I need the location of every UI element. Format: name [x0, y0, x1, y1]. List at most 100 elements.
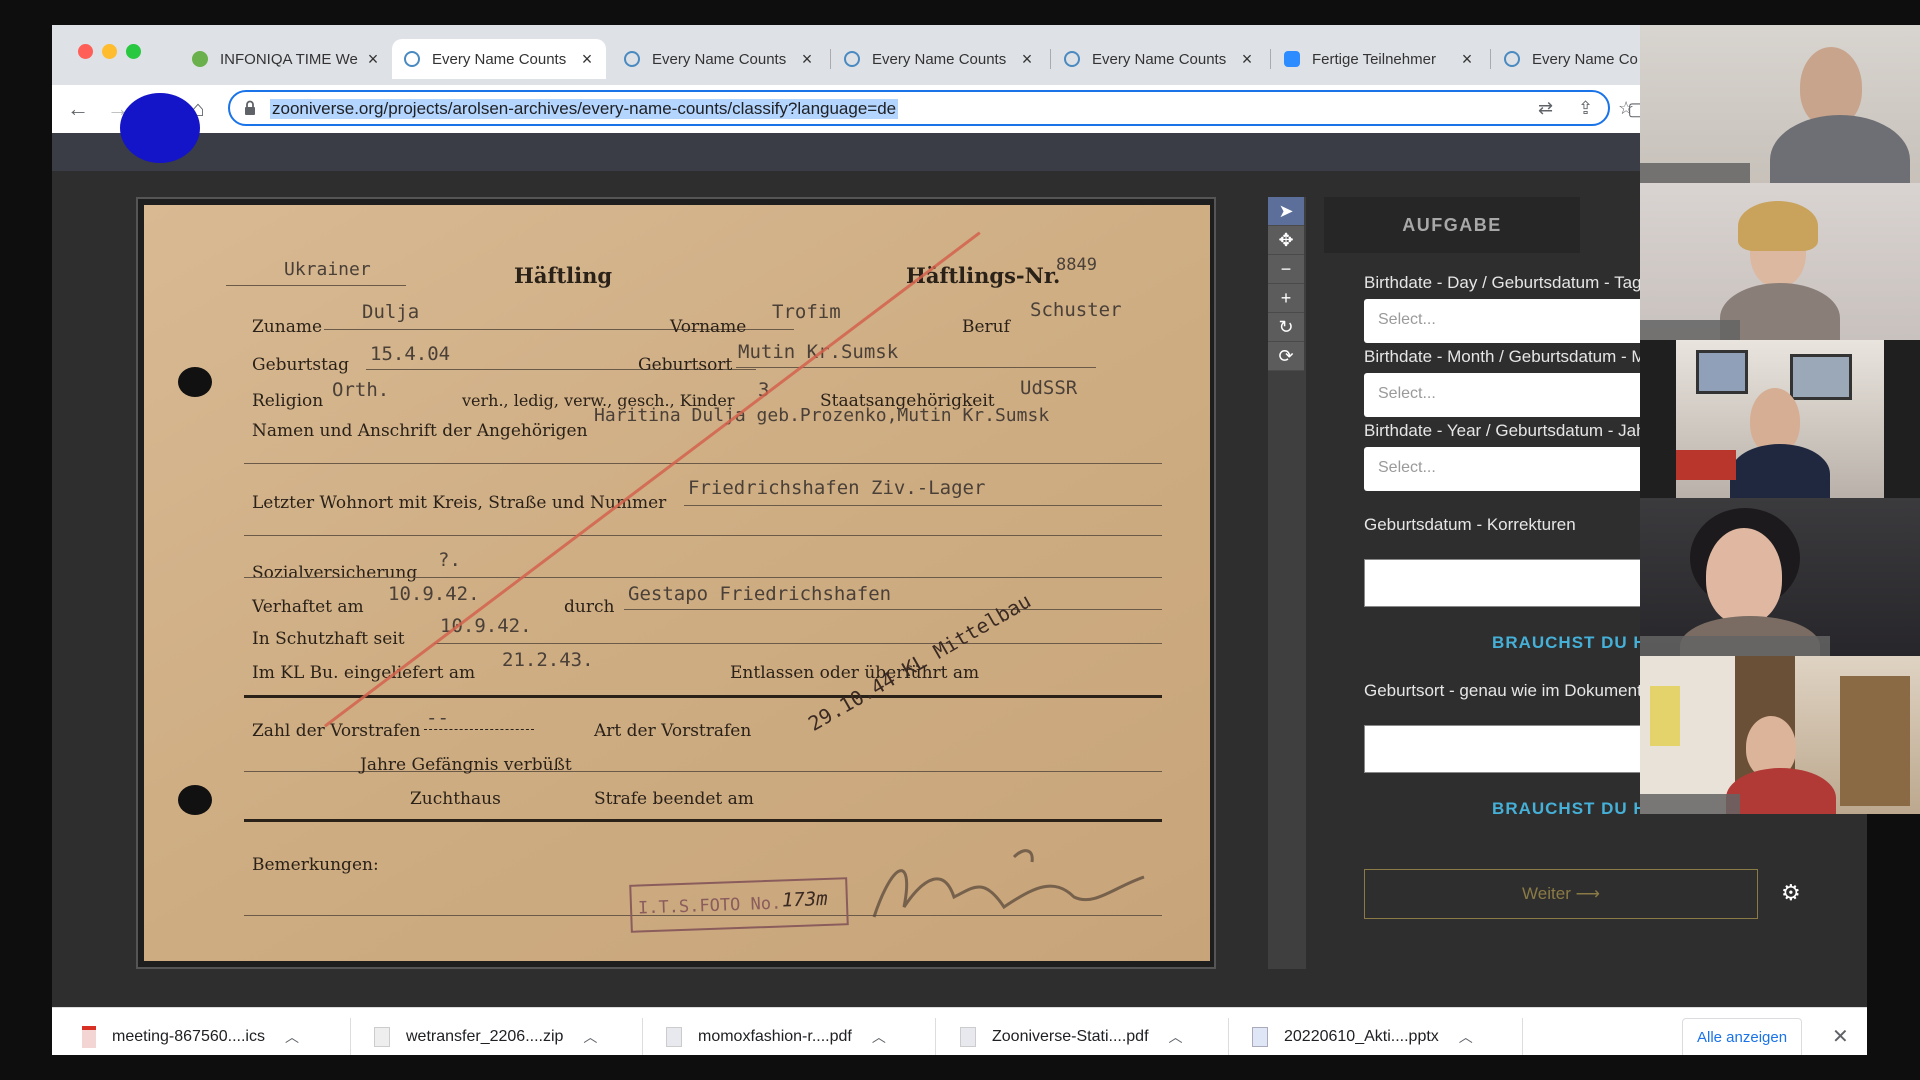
tab-every-name-counts-2[interactable]: Every Name Counts ×	[612, 39, 826, 79]
minimize-window-button[interactable]	[102, 44, 117, 59]
close-icon[interactable]: ×	[362, 49, 384, 70]
reset-icon[interactable]: ⟳	[1268, 342, 1304, 371]
zoom-out-icon[interactable]: −	[1268, 255, 1304, 284]
close-icon[interactable]: ×	[1456, 49, 1478, 70]
select-placeholder: Select...	[1378, 311, 1436, 328]
tab-infoniqa[interactable]: INFONIQA TIME We ×	[180, 39, 392, 79]
download-filename: Zooniverse-Stati....pdf	[992, 1028, 1149, 1045]
browser-toolbar: ← → ↻ ⌂ zooniverse.org/projects/arolsen-…	[52, 85, 1867, 133]
subject-viewer[interactable]: Ukrainer Häftling Häftlings-Nr. 8849 Zun…	[136, 197, 1216, 969]
vorstrafen-value: --	[426, 707, 449, 729]
show-all-downloads-button[interactable]: Alle anzeigen	[1682, 1018, 1803, 1055]
durch-label: durch	[564, 597, 615, 617]
download-bar: meeting-867560....ics ︿ wetransfer_2206.…	[52, 1007, 1867, 1055]
download-filename: 20220610_Akti....pptx	[1284, 1028, 1439, 1045]
pptx-file-icon	[1252, 1027, 1268, 1047]
geburtstag-value: 15.4.04	[370, 343, 451, 365]
chevron-up-icon[interactable]: ︿	[583, 1027, 597, 1047]
zip-file-icon	[374, 1027, 390, 1047]
name-label-bar	[1640, 163, 1750, 183]
next-button[interactable]: Weiter ⟶	[1364, 869, 1758, 919]
page-content: Ukrainer Häftling Häftlings-Nr. 8849 Zun…	[52, 93, 1867, 1007]
rotate-icon[interactable]: ↻	[1268, 313, 1304, 342]
participant-avatar	[1706, 528, 1782, 624]
download-filename: wetransfer_2206....zip	[406, 1028, 564, 1045]
chevron-up-icon[interactable]: ︿	[285, 1027, 299, 1047]
tab-label: Every Name Counts	[432, 50, 567, 68]
select-placeholder: Select...	[1378, 385, 1436, 402]
close-icon[interactable]: ×	[576, 49, 598, 70]
url-text[interactable]: zooniverse.org/projects/arolsen-archives…	[270, 99, 899, 119]
eingeliefert-value: 21.2.43.	[502, 649, 594, 671]
sozialversicherung-label: Sozialversicherung	[252, 563, 418, 583]
jahre-gefaengnis-label: Jahre Gefängnis verbüßt	[360, 755, 572, 775]
pointer-tool-icon[interactable]: ➤	[1268, 197, 1304, 226]
back-icon[interactable]: ←	[64, 95, 92, 123]
share-icon[interactable]: ⇪	[1578, 98, 1593, 119]
prisoner-card-image: Ukrainer Häftling Häftlings-Nr. 8849 Zun…	[144, 205, 1210, 961]
nationality-value: Ukrainer	[284, 259, 371, 280]
download-item-pdf-1[interactable]: momoxfashion-r....pdf ︿	[666, 1008, 886, 1055]
clock-icon	[192, 51, 208, 67]
zuchthaus-label: Zuchthaus	[410, 789, 501, 809]
bemerkungen-label: Bemerkungen:	[252, 855, 379, 875]
card-type-heading: Häftling	[514, 263, 613, 288]
vorname-label: Vorname	[670, 317, 747, 337]
download-item-ics[interactable]: meeting-867560....ics ︿	[82, 1008, 299, 1055]
tab-every-name-counts-active[interactable]: Every Name Counts ×	[392, 39, 606, 79]
maximize-window-button[interactable]	[126, 44, 141, 59]
prisoner-number-value: 8849	[1056, 255, 1097, 275]
name-label-bar	[1640, 794, 1740, 814]
chevron-up-icon[interactable]: ︿	[1459, 1027, 1473, 1047]
chevron-up-icon[interactable]: ︿	[1169, 1027, 1183, 1047]
close-window-button[interactable]	[78, 44, 93, 59]
gear-icon[interactable]: ⚙	[1781, 880, 1801, 906]
chevron-up-icon[interactable]: ︿	[872, 1027, 886, 1047]
name-label-bar	[1640, 636, 1830, 656]
tab-every-name-counts-3[interactable]: Every Name Counts ×	[832, 39, 1046, 79]
zuname-value: Dulja	[362, 301, 420, 323]
lock-icon	[245, 100, 255, 115]
tab-every-name-counts-4[interactable]: Every Name Counts ×	[1052, 39, 1266, 79]
durch-value: Gestapo Friedrichshafen	[628, 583, 892, 605]
close-icon[interactable]: ×	[796, 49, 818, 70]
close-icon[interactable]: ×	[1016, 49, 1038, 70]
vorstrafen-label: Zahl der Vorstrafen	[252, 721, 421, 741]
zooniverse-icon	[844, 51, 860, 67]
download-item-pdf-2[interactable]: Zooniverse-Stati....pdf ︿	[960, 1008, 1183, 1055]
translate-icon[interactable]: ⇄	[1538, 98, 1553, 119]
entlassen-label: Entlassen oder überführt am	[730, 663, 980, 683]
close-icon[interactable]: ×	[1236, 49, 1258, 70]
zoom-in-icon[interactable]: +	[1268, 284, 1304, 313]
tab-task[interactable]: AUFGABE	[1324, 197, 1580, 253]
name-label-bar	[1640, 320, 1740, 340]
handwritten-signature	[872, 849, 1145, 918]
zooniverse-icon	[624, 51, 640, 67]
zooniverse-icon	[1504, 51, 1520, 67]
geburtsort-field-label: Geburtsort - genau wie im Dokument a	[1364, 681, 1656, 700]
schutzhaft-label: In Schutzhaft seit	[252, 629, 405, 649]
participant-body	[1730, 444, 1830, 498]
close-download-bar-icon[interactable]: ✕	[1832, 1024, 1849, 1049]
religion-label: Religion	[252, 391, 324, 411]
participant-hair	[1738, 201, 1818, 251]
video-tile-4	[1640, 498, 1920, 656]
staatsangehoerigkeit-value: UdSSR	[1020, 377, 1078, 399]
eingeliefert-label: Im KL Bu. eingeliefert am	[252, 663, 476, 683]
download-item-zip[interactable]: wetransfer_2206....zip ︿	[374, 1008, 597, 1055]
religion-value: Orth.	[332, 379, 390, 401]
participant-body	[1770, 115, 1910, 183]
download-item-pptx[interactable]: 20220610_Akti....pptx ︿	[1252, 1008, 1473, 1055]
project-logo[interactable]	[120, 93, 200, 163]
tab-label: Every Name Counts	[872, 50, 1007, 68]
birth-year-label: Birthdate - Year / Geburtsdatum - Jahr	[1364, 421, 1652, 440]
video-tile-3	[1640, 340, 1920, 498]
wohnort-label: Letzter Wohnort mit Kreis, Straße und Nu…	[252, 493, 667, 513]
zooniverse-icon	[404, 51, 420, 67]
address-bar[interactable]: zooniverse.org/projects/arolsen-archives…	[228, 90, 1634, 126]
tab-fertige-teilnehmer[interactable]: Fertige Teilnehmer ×	[1272, 39, 1486, 79]
move-tool-icon[interactable]: ✥	[1268, 226, 1304, 255]
geburtsort-label: Geburtsort	[638, 355, 733, 375]
select-placeholder: Select...	[1378, 459, 1436, 476]
zuname-label: Zuname	[252, 317, 323, 337]
